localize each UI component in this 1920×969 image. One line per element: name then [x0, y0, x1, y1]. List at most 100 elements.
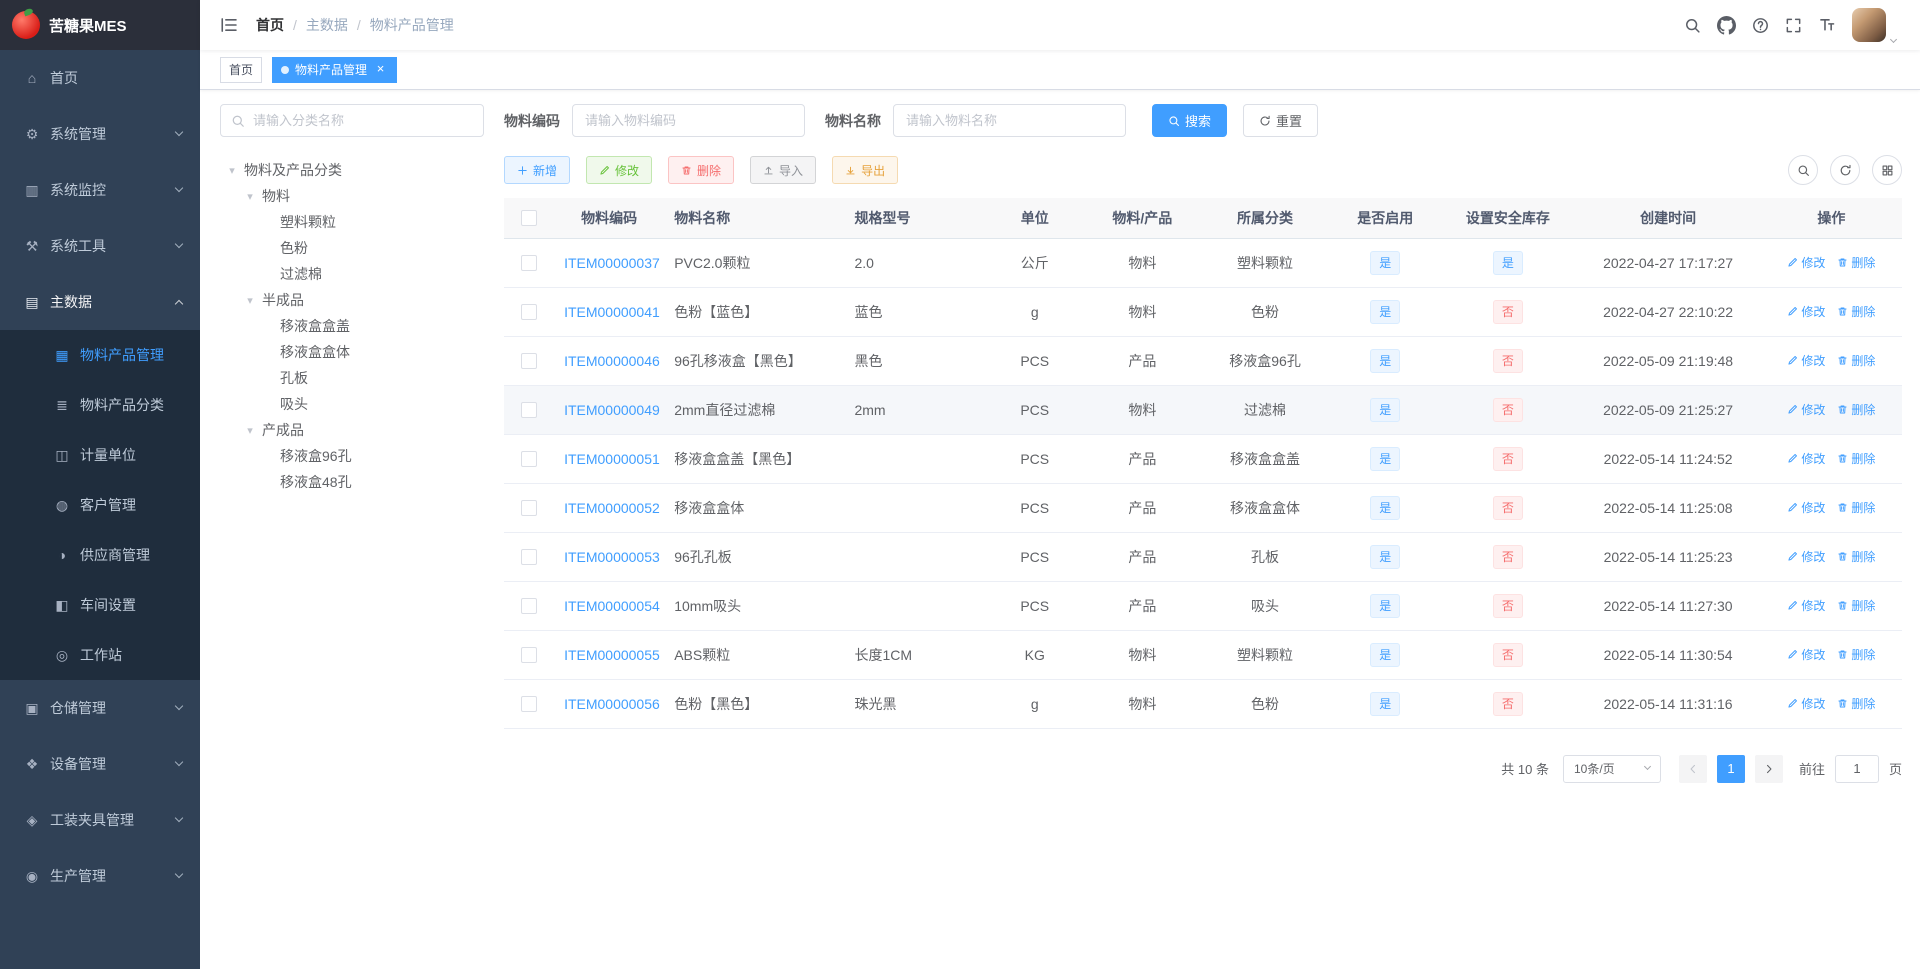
row-checkbox[interactable]: [521, 647, 538, 664]
sidebar-item-production-management[interactable]: ◉ 生产管理: [0, 848, 200, 904]
prev-page-button[interactable]: [1678, 754, 1707, 783]
sidebar-item-workstation[interactable]: ◎ 工作站: [0, 630, 200, 680]
sidebar-item-system-monitor[interactable]: ▥ 系统监控: [0, 162, 200, 218]
item-code-link[interactable]: ITEM00000046: [564, 353, 660, 369]
sidebar-item-system-tools[interactable]: ⚒ 系统工具: [0, 218, 200, 274]
row-edit-link[interactable]: 修改: [1787, 254, 1825, 271]
item-code-link[interactable]: ITEM00000041: [564, 304, 660, 320]
avatar[interactable]: [1852, 8, 1886, 42]
sidebar-item-system-management[interactable]: ⚙ 系统管理: [0, 106, 200, 162]
tree-node[interactable]: 吸头: [220, 391, 484, 417]
row-delete-link[interactable]: 删除: [1837, 597, 1875, 614]
item-code-link[interactable]: ITEM00000052: [564, 500, 660, 516]
row-delete-link[interactable]: 删除: [1837, 401, 1875, 418]
table-row[interactable]: ITEM00000055 ABS颗粒 长度1CM KG 物料 塑料颗粒 是 否 2022-05-…: [504, 630, 1902, 680]
table-row[interactable]: ITEM00000046 96孔移液盒【黑色】 黑色 PCS 产品 移液盒96孔 是 否 202…: [504, 336, 1902, 386]
row-delete-link[interactable]: 删除: [1837, 695, 1875, 712]
table-row[interactable]: ITEM00000056 色粉【黑色】 珠光黑 g 物料 色粉 是 否 2022-05-14 1…: [504, 679, 1902, 729]
row-checkbox[interactable]: [521, 549, 538, 566]
github-icon[interactable]: [1717, 15, 1736, 35]
table-row[interactable]: ITEM00000054 10mm吸头 PCS 产品 吸头 是 否 2022-05-14 11…: [504, 581, 1902, 631]
toggle-search-button[interactable]: [1788, 155, 1818, 185]
row-edit-link[interactable]: 修改: [1787, 303, 1825, 320]
sidebar-item-fixture-management[interactable]: ◈ 工装夹具管理: [0, 792, 200, 848]
sidebar-item-measure-unit[interactable]: ◫ 计量单位: [0, 430, 200, 480]
font-size-icon[interactable]: [1818, 16, 1836, 34]
tree-node[interactable]: ▾ 半成品: [220, 287, 484, 313]
sidebar-item-customer-management[interactable]: ◍ 客户管理: [0, 480, 200, 530]
table-row[interactable]: ITEM00000053 96孔孔板 PCS 产品 孔板 是 否 2022-05-14 11:…: [504, 532, 1902, 582]
app-logo[interactable]: 苦糖果MES: [0, 0, 200, 50]
tree-search-input[interactable]: [253, 113, 473, 128]
row-delete-link[interactable]: 删除: [1837, 450, 1875, 467]
tree-node[interactable]: ▾ 物料: [220, 183, 484, 209]
columns-button[interactable]: [1872, 155, 1902, 185]
row-checkbox[interactable]: [521, 696, 538, 713]
sidebar-item-supplier-management[interactable]: ◑ 供应商管理: [0, 530, 200, 580]
row-edit-link[interactable]: 修改: [1787, 450, 1825, 467]
row-checkbox[interactable]: [521, 451, 538, 468]
row-delete-link[interactable]: 删除: [1837, 303, 1875, 320]
breadcrumb-item[interactable]: 首页: [256, 15, 284, 35]
close-icon[interactable]: ×: [373, 62, 388, 77]
row-delete-link[interactable]: 删除: [1837, 499, 1875, 516]
row-checkbox[interactable]: [521, 353, 538, 370]
reset-button[interactable]: 重置: [1243, 104, 1319, 137]
row-checkbox[interactable]: [521, 255, 538, 272]
row-delete-link[interactable]: 删除: [1837, 548, 1875, 565]
sidebar-item-material-product-management[interactable]: ▦ 物料产品管理: [0, 330, 200, 380]
material-name-input[interactable]: [893, 104, 1126, 137]
select-all-checkbox[interactable]: [521, 210, 538, 227]
tree-node[interactable]: 移液盒96孔: [220, 443, 484, 469]
tree-node[interactable]: 移液盒盒体: [220, 339, 484, 365]
table-row[interactable]: ITEM00000052 移液盒盒体 PCS 产品 移液盒盒体是否 2022-05-14 …: [504, 483, 1902, 533]
tree-node[interactable]: 移液盒48孔: [220, 469, 484, 495]
item-code-link[interactable]: ITEM00000051: [564, 451, 660, 467]
delete-button[interactable]: 删除: [668, 156, 735, 184]
next-page-button[interactable]: [1754, 754, 1783, 783]
item-code-link[interactable]: ITEM00000055: [564, 647, 660, 663]
sidebar-item-equipment-management[interactable]: ❖ 设备管理: [0, 736, 200, 792]
row-checkbox[interactable]: [521, 500, 538, 517]
page-button-1[interactable]: 1: [1716, 754, 1745, 783]
row-edit-link[interactable]: 修改: [1787, 499, 1825, 516]
row-edit-link[interactable]: 修改: [1787, 401, 1825, 418]
table-row[interactable]: ITEM00000051 移液盒盒盖【黑色】 PCS 产品 移液盒盒盖 是 否 2022-05…: [504, 434, 1902, 484]
sidebar-item-warehouse-management[interactable]: ▣ 仓储管理: [0, 680, 200, 736]
search-icon[interactable]: [1684, 17, 1701, 34]
tree-node[interactable]: ▾ 产成品: [220, 417, 484, 443]
row-delete-link[interactable]: 删除: [1837, 646, 1875, 663]
page-size-select[interactable]: 10条/页: [1562, 754, 1661, 783]
row-delete-link[interactable]: 删除: [1837, 352, 1875, 369]
item-code-link[interactable]: ITEM00000056: [564, 696, 660, 712]
material-code-input[interactable]: [572, 104, 805, 137]
tree-node[interactable]: 过滤棉: [220, 261, 484, 287]
item-code-link[interactable]: ITEM00000049: [564, 402, 660, 418]
sidebar-item-master-data[interactable]: ▤ 主数据: [0, 274, 200, 330]
tab-item[interactable]: 首页: [220, 56, 263, 83]
breadcrumb-item[interactable]: 主数据: [306, 15, 348, 35]
tree-node[interactable]: ▾ 物料及产品分类: [220, 157, 484, 183]
table-row[interactable]: ITEM00000037 PVC2.0颗粒 2.0 公斤 物料 塑料颗粒 是 是 2022-04…: [504, 238, 1902, 288]
row-checkbox[interactable]: [521, 598, 538, 615]
sidebar-item-home[interactable]: ⌂ 首页: [0, 50, 200, 106]
row-edit-link[interactable]: 修改: [1787, 646, 1825, 663]
tab-item[interactable]: 物料产品管理 ×: [272, 56, 398, 83]
sidebar-item-material-product-category[interactable]: ≣ 物料产品分类: [0, 380, 200, 430]
edit-button[interactable]: 修改: [586, 156, 653, 184]
tree-node[interactable]: 塑料颗粒: [220, 209, 484, 235]
refresh-button[interactable]: [1830, 155, 1860, 185]
item-code-link[interactable]: ITEM00000053: [564, 549, 660, 565]
tree-node[interactable]: 移液盒盒盖: [220, 313, 484, 339]
goto-page-input[interactable]: [1834, 754, 1879, 783]
item-code-link[interactable]: ITEM00000054: [564, 598, 660, 614]
table-row[interactable]: ITEM00000049 2mm直径过滤棉 2mm PCS 物料 过滤棉 是 否 2022-05…: [504, 385, 1902, 435]
import-button[interactable]: 导入: [750, 156, 817, 184]
search-button[interactable]: 搜索: [1152, 104, 1228, 137]
table-row[interactable]: ITEM00000041 色粉【蓝色】 蓝色 g 物料 色粉 是 否 2022-04-27 22…: [504, 287, 1902, 337]
row-edit-link[interactable]: 修改: [1787, 695, 1825, 712]
fullscreen-icon[interactable]: [1785, 17, 1802, 34]
tree-node[interactable]: 色粉: [220, 235, 484, 261]
sidebar-item-workshop-settings[interactable]: ◧ 车间设置: [0, 580, 200, 630]
user-menu[interactable]: [1852, 8, 1898, 44]
